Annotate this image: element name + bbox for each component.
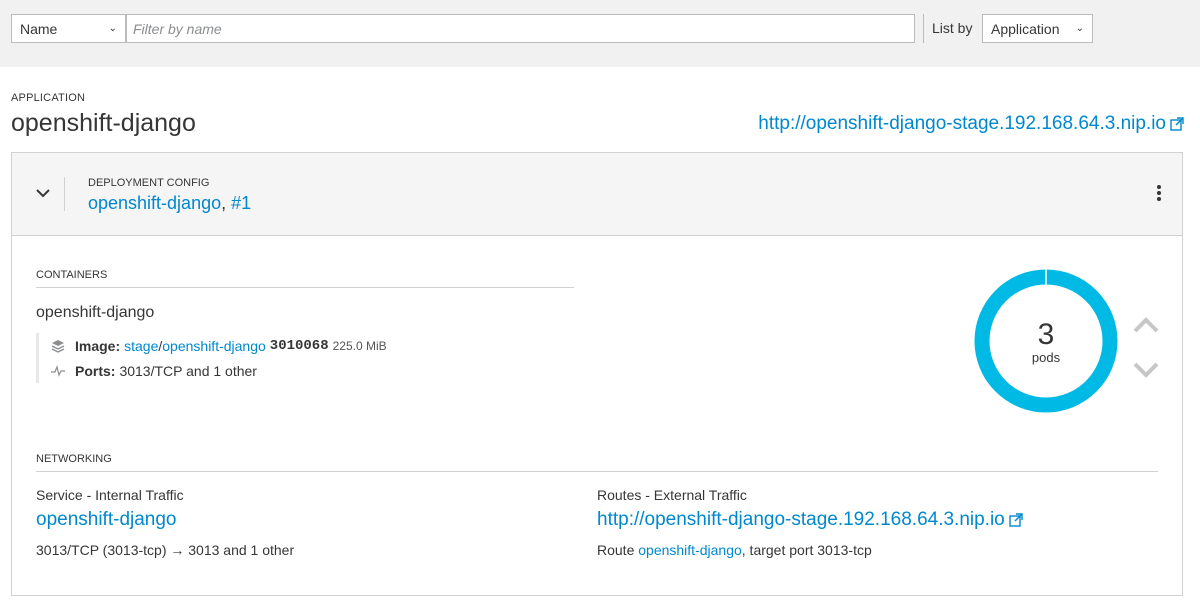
ports-value: 3013/TCP and 1 other [119,362,257,379]
deployment-card-header: DEPLOYMENT CONFIG openshift-django, #1 [12,153,1182,236]
image-name-link[interactable]: openshift-django [162,338,266,354]
containers-divider [36,287,574,288]
application-name: openshift-django [11,109,196,137]
route-prefix: Route [597,542,639,558]
list-by-value: Application [991,20,1060,37]
image-id: 3010068 [269,337,329,354]
ports-pulse-icon [51,364,65,377]
header-divider [64,177,65,211]
deployment-card: DEPLOYMENT CONFIG openshift-django, #1 C… [11,152,1183,596]
image-label: Image: [75,337,121,354]
container-name: openshift-django [36,304,155,321]
service-link[interactable]: openshift-django [36,509,177,531]
ports-label: Ports: [75,362,116,379]
filter-by-name-input[interactable] [126,14,915,43]
route-url: http://openshift-django-stage.192.168.64… [597,509,1005,530]
external-link-icon [1170,117,1184,131]
filter-toolbar: Name ⌄ List by Application ⌄ [0,0,1200,67]
chevron-down-icon: ⌄ [1075,23,1084,34]
container-ports-row: Ports: 3013/TCP and 1 other [49,358,387,383]
chevron-down-icon[interactable] [34,184,52,202]
list-by-label: List by [932,20,973,36]
toolbar-divider [923,14,924,43]
route-details: Route openshift-django, target port 3013… [597,542,872,558]
deployment-config-title: openshift-django, #1 [88,193,251,214]
service-heading: Service - Internal Traffic [36,487,184,503]
filter-field-value: Name [20,20,58,37]
pod-count-label: pods [1031,350,1061,365]
route-url-link[interactable]: http://openshift-django-stage.192.168.64… [597,509,1023,531]
service-ports: 3013/TCP (3013-tcp) → 3013 and 1 other [36,542,295,558]
external-link-icon [1009,513,1023,527]
scale-up-icon[interactable] [1132,316,1160,334]
containers-label: CONTAINERS [36,269,108,281]
deployment-config-link[interactable]: openshift-django [88,193,221,213]
application-label: APPLICATION [11,92,86,104]
application-route-link[interactable]: http://openshift-django-stage.192.168.64… [758,113,1184,135]
image-namespace-link[interactable]: stage [124,338,158,354]
networking-divider [36,471,1158,472]
application-route-url: http://openshift-django-stage.192.168.64… [758,113,1166,134]
routes-heading: Routes - External Traffic [597,487,747,503]
route-name-link[interactable]: openshift-django [638,542,742,558]
pod-count: 3 [1037,318,1055,351]
kebab-icon[interactable] [1156,185,1162,203]
image-size: 225.0 MiB [332,338,387,353]
list-by-select[interactable]: Application ⌄ [982,14,1093,43]
filter-field-select[interactable]: Name ⌄ [11,14,126,43]
chevron-down-icon: ⌄ [108,23,117,34]
route-suffix: , target port 3013-tcp [741,542,872,558]
container-details: Image: stage / openshift-django 3010068 22… [36,333,387,383]
image-layers-icon [51,339,65,353]
deployment-separator: , [221,193,232,213]
deployment-config-label: DEPLOYMENT CONFIG [88,177,210,189]
networking-label: NETWORKING [36,453,112,465]
container-image-row: Image: stage / openshift-django 3010068 22… [49,333,387,358]
scale-down-icon[interactable] [1132,361,1160,379]
deployment-revision-link[interactable]: #1 [231,193,251,213]
